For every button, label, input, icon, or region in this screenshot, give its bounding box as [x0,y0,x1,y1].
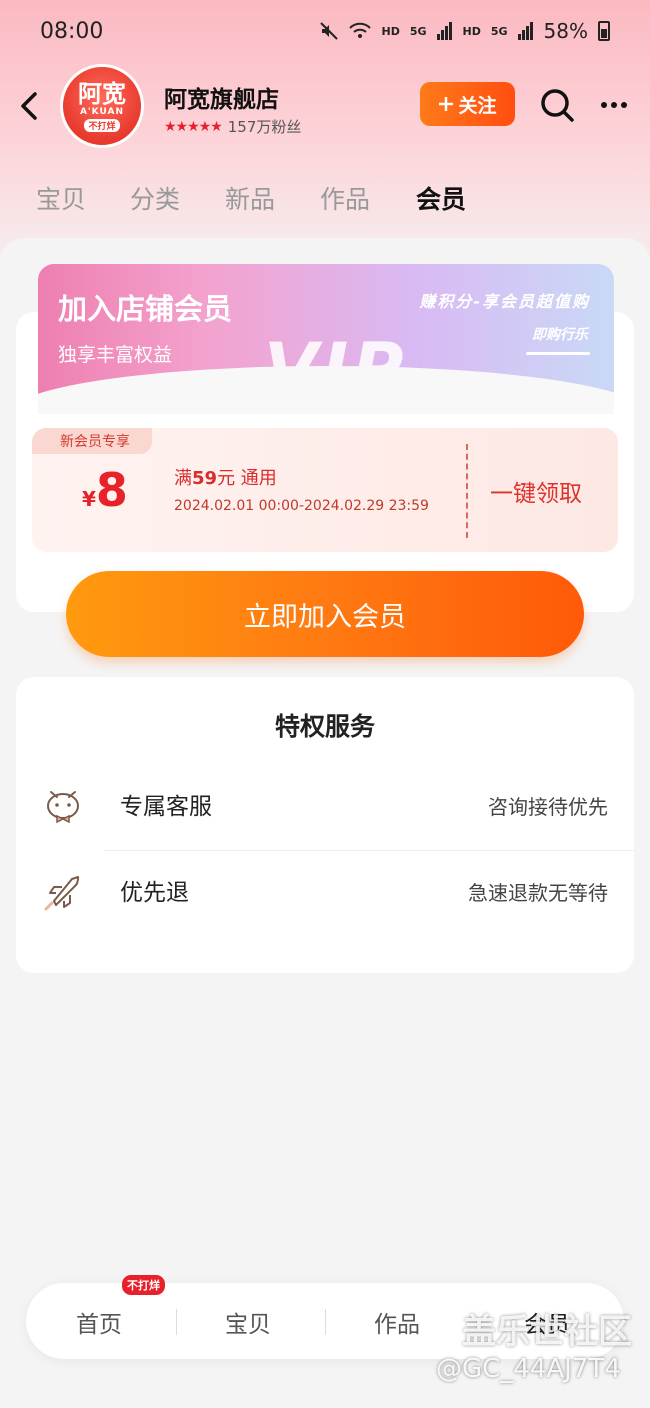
logo-text: 阿宽 [78,79,126,108]
coupon-amount: ¥ 8 [82,466,128,514]
status-time: 08:00 [40,18,104,44]
follow-label: 关注 [458,95,497,117]
signal-icon [517,22,533,40]
claim-coupon-button[interactable]: 一键领取 [490,474,582,508]
status-bar: 08:00 HD 5G HD 5G 58% [0,0,650,62]
privilege-card: 特权服务 专属客服 咨询接待优先 优先退 急速退款无等待 [16,677,634,973]
coupon-condition: 满59元 通用 [174,464,277,490]
banner-wave [38,366,614,414]
5g-indicator-1: 5G [409,24,427,38]
nav-separator [176,1309,177,1335]
shop-name[interactable]: 阿宽旗舰店 [164,80,279,114]
plus-icon [439,97,454,111]
more-button[interactable] [594,88,634,122]
tab-new[interactable]: 新品 [225,180,275,216]
5g-indicator-2: 5G [490,24,508,38]
privilege-desc: 急速退款无等待 [468,881,608,905]
more-dot-icon [621,102,627,108]
tab-products[interactable]: 宝贝 [36,180,86,216]
follow-button[interactable]: 关注 [420,82,515,126]
mute-icon [320,22,339,40]
privilege-item[interactable]: 专属客服 咨询接待优先 [16,773,634,853]
shop-rating: ★★★★★ 157万粉丝 [164,116,301,137]
signal-icon [436,22,452,40]
join-membership-button[interactable]: 立即加入会员 [66,571,584,657]
status-indicators: HD 5G HD 5G 58% [319,19,610,43]
watermark-handle: @GC_44AJ7T4 [436,1354,621,1384]
battery-percent: 58% [543,19,588,43]
privilege-divider [104,850,634,851]
privilege-title: 特权服务 [274,712,375,741]
wifi-icon [349,22,372,38]
coupon-tag: 新会员专享 [32,428,152,454]
new-member-coupon: 新会员专享 ¥ 8 满59元 通用 2024.02.01 00:00-2024.… [32,428,618,552]
coupon-value: 8 [95,463,128,517]
privilege-name: 专属客服 [120,794,212,820]
nav-item-products[interactable]: 宝贝 [225,1305,271,1339]
search-icon [541,89,574,122]
fans-count: 157万粉丝 [227,118,302,136]
hd-indicator-1: HD [381,24,400,38]
nav-item-home[interactable]: 首页 [76,1305,122,1339]
vip-subtitle: 独享丰富权益 [58,344,173,366]
condition-suffix: 元 通用 [217,468,277,489]
condition-prefix: 满 [174,468,192,489]
vip-slogan: 赚积分-享会员超值购 [419,292,590,311]
watermark-title: 盖乐世社区 [462,1312,632,1352]
more-dot-icon [601,102,607,108]
rating-stars: ★★★★★ [164,118,223,135]
shop-header: 阿宽 A'KUAN 不打烊 阿宽旗舰店 ★★★★★ 157万粉丝 关注 [0,62,650,152]
coupon-validity: 2024.02.01 00:00-2024.02.29 23:59 [174,498,429,514]
rocket-icon [44,876,79,911]
battery-icon [598,21,610,41]
privilege-desc: 咨询接待优先 [488,795,608,819]
condition-amount: 59 [192,468,218,489]
privilege-name: 优先退 [120,880,189,906]
back-button[interactable] [14,86,44,126]
search-button[interactable] [538,86,576,124]
shop-logo[interactable]: 阿宽 A'KUAN 不打烊 [60,64,144,148]
slogan-underline [526,352,590,355]
tab-works[interactable]: 作品 [320,180,370,216]
privilege-item[interactable]: 优先退 急速退款无等待 [16,859,634,939]
currency-symbol: ¥ [82,487,96,511]
logo-tag: 不打烊 [84,118,120,132]
hd-indicator-2: HD [462,24,481,38]
nav-item-works[interactable]: 作品 [374,1305,420,1339]
chevron-left-icon [21,92,37,120]
shop-tabs: 宝贝 分类 新品 作品 会员 [0,170,650,226]
vip-slogan-sub: 即购行乐 [532,327,588,343]
coupon-divider [466,444,468,538]
tab-membership[interactable]: 会员 [416,180,466,216]
vip-title: 加入店铺会员 [58,292,233,326]
vip-banner: VIP 加入店铺会员 独享丰富权益 赚积分-享会员超值购 即购行乐 [38,264,614,414]
nav-separator [325,1309,326,1335]
more-dot-icon [611,102,617,108]
service-bot-icon [47,791,79,824]
tab-categories[interactable]: 分类 [130,180,180,216]
nav-badge: 不打烊 [122,1275,165,1295]
logo-sub: A'KUAN [79,106,125,117]
